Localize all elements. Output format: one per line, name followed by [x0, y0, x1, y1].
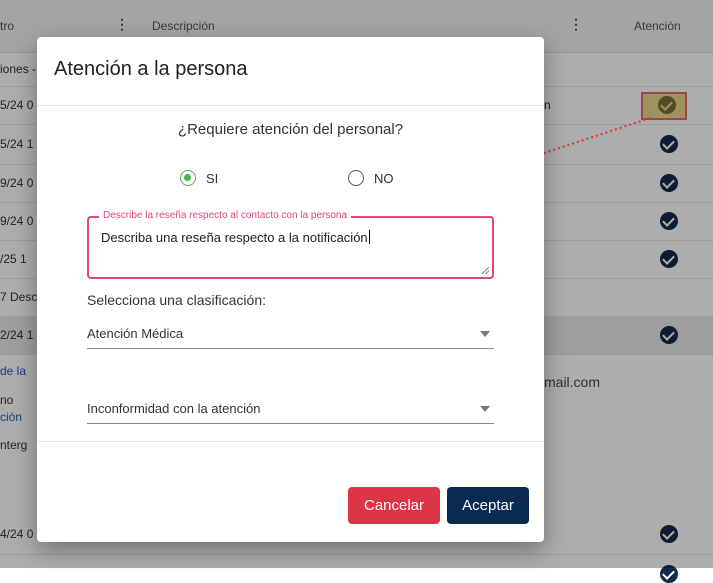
caret-down-icon[interactable]: [480, 406, 490, 412]
resize-handle-icon[interactable]: [482, 267, 489, 274]
subclassification-select[interactable]: Inconformidad con la atención: [87, 395, 494, 424]
dialog-title: Atención a la persona: [54, 58, 248, 80]
classification-value: Atención Médica: [87, 326, 184, 341]
subclassification-value: Inconformidad con la atención: [87, 401, 261, 416]
radio-unselected-icon[interactable]: [348, 170, 364, 186]
divider: [37, 441, 544, 442]
question-text: ¿Requiere atención del personal?: [177, 121, 404, 138]
divider: [37, 105, 544, 106]
radio-yes-label: SI: [206, 170, 219, 186]
classification-select[interactable]: Atención Médica: [87, 320, 494, 349]
cancel-button[interactable]: Cancelar: [348, 487, 440, 524]
classification-label: Selecciona una clasificación:: [87, 292, 266, 308]
radio-no-label: NO: [374, 170, 394, 186]
attention-dialog: Atención a la persona ¿Requiere atención…: [37, 37, 544, 542]
accept-button[interactable]: Aceptar: [447, 487, 529, 524]
radio-selected-icon[interactable]: [180, 170, 196, 186]
review-textarea[interactable]: Describe la reseña respecto al contacto …: [87, 210, 494, 279]
textarea-value[interactable]: Describa una reseña respecto a la notifi…: [101, 230, 370, 245]
radio-no[interactable]: NO: [348, 170, 394, 186]
caret-down-icon[interactable]: [480, 331, 490, 337]
radio-yes[interactable]: SI: [180, 170, 218, 186]
textarea-label: Describe la reseña respecto al contacto …: [99, 210, 352, 221]
